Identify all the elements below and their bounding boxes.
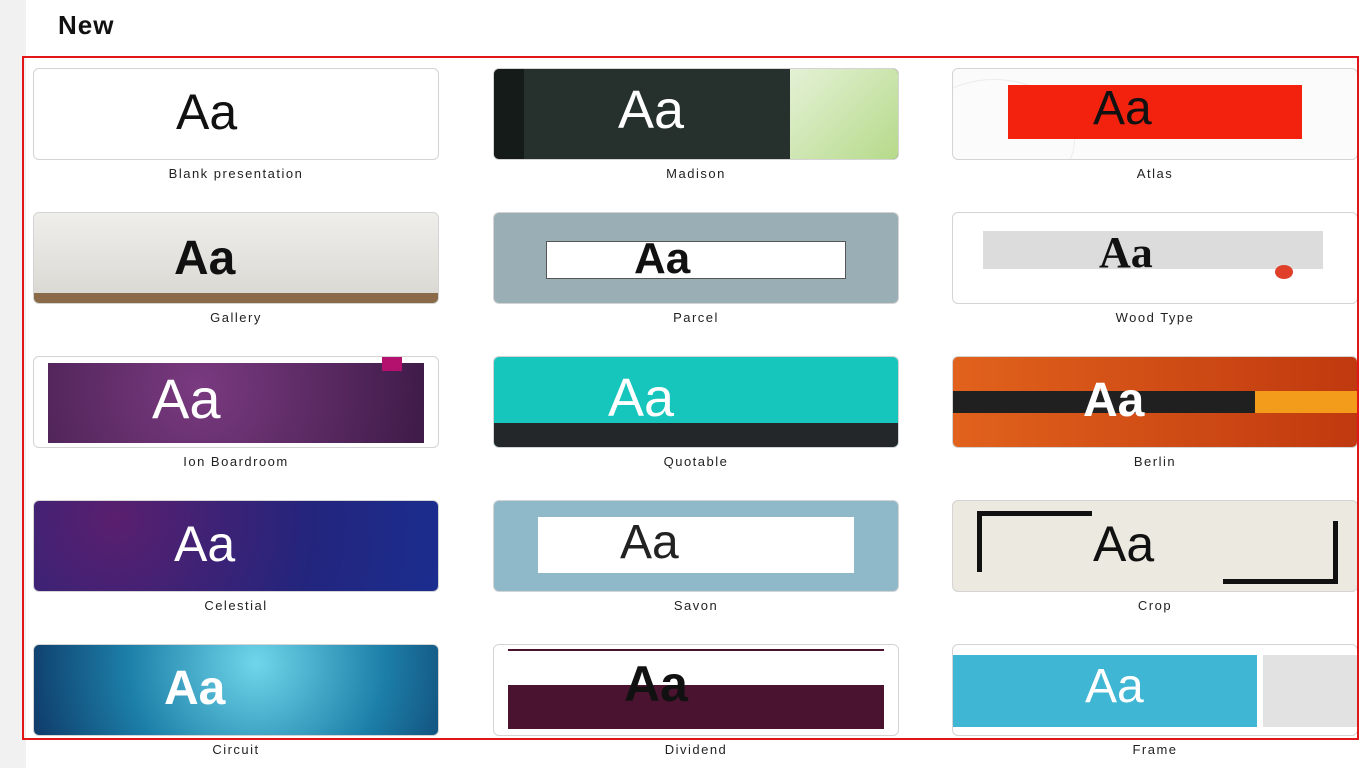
circuit-theme-thumbnail[interactable]: Aa — [33, 644, 439, 736]
template-label: Berlin — [1133, 454, 1177, 469]
madison-theme-thumbnail[interactable]: Aa — [493, 68, 899, 160]
template-label: Parcel — [673, 310, 719, 325]
sample-text: Aa — [634, 234, 691, 283]
template-label: Circuit — [212, 742, 260, 757]
sample-text: Aa — [618, 80, 685, 140]
template-label: Ion Boardroom — [183, 454, 289, 469]
template-label: Wood Type — [1115, 310, 1195, 325]
template-label: Crop — [1137, 598, 1173, 613]
template-label: Celestial — [204, 598, 268, 613]
sample-text: Aa — [1085, 660, 1144, 713]
ion-boardroom-theme-thumbnail[interactable]: Aa — [33, 356, 439, 448]
template-label: Blank presentation — [168, 166, 304, 181]
sample-text: Aa — [152, 367, 221, 430]
sample-text: Aa — [1099, 228, 1153, 277]
crop-theme-thumbnail[interactable]: Aa — [952, 500, 1358, 592]
blank-theme-thumbnail[interactable]: Aa — [33, 68, 439, 160]
berlin-theme-thumbnail[interactable]: Aa — [952, 356, 1358, 448]
sample-text: Aa — [1093, 516, 1155, 572]
parcel-theme-thumbnail[interactable]: Aa — [493, 212, 899, 304]
sample-text: Aa — [624, 656, 688, 712]
sample-text: Aa — [176, 84, 238, 140]
template-label: Dividend — [664, 742, 728, 757]
template-label: Gallery — [210, 310, 262, 325]
wood-type-theme-thumbnail[interactable]: Aa — [952, 212, 1358, 304]
frame-theme-thumbnail[interactable]: Aa — [952, 644, 1358, 736]
sample-text: Aa — [174, 232, 236, 285]
savon-theme-thumbnail[interactable]: Aa — [493, 500, 899, 592]
stamp-icon — [1275, 265, 1293, 279]
atlas-theme-thumbnail[interactable]: Aa — [952, 68, 1358, 160]
sample-text: Aa — [620, 516, 679, 569]
celestial-theme-thumbnail[interactable]: Aa — [33, 500, 439, 592]
dividend-theme-thumbnail[interactable]: Aa — [493, 644, 899, 736]
sample-text: Aa — [608, 368, 675, 428]
sample-text: Aa — [1083, 374, 1145, 427]
quotable-theme-thumbnail[interactable]: Aa — [493, 356, 899, 448]
template-label: Madison — [666, 166, 726, 181]
template-label: Quotable — [663, 454, 729, 469]
sample-text: Aa — [164, 662, 226, 715]
template-label: Frame — [1132, 742, 1178, 757]
sample-text: Aa — [174, 516, 236, 572]
gallery-theme-thumbnail[interactable]: Aa — [33, 212, 439, 304]
sample-text: Aa — [1093, 82, 1152, 135]
template-label: Savon — [673, 598, 719, 613]
template-grid: Aa Blank presentation Aa Madison Aa Atla… — [0, 0, 1366, 768]
template-label: Atlas — [1136, 166, 1174, 181]
